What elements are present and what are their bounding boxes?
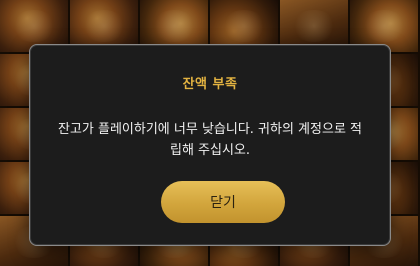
dialog-message: 잔고가 플레이하기에 너무 낮습니다. 귀하의 계정으로 적립해 주십시오. xyxy=(57,122,362,158)
close-button[interactable]: 닫기 xyxy=(161,181,285,223)
game-screen: 잔액 부족 잔고가 플레이하기에 너무 낮습니다. 귀하의 계정으로 적립해 주… xyxy=(0,0,420,266)
dialog-title: 잔액 부족 xyxy=(182,77,238,92)
insufficient-balance-dialog: 잔액 부족 잔고가 플레이하기에 너무 낮습니다. 귀하의 계정으로 적립해 주… xyxy=(29,44,391,246)
